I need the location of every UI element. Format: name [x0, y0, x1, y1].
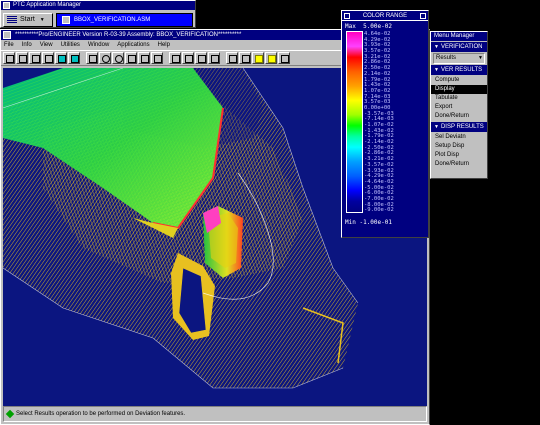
- ver-results-header[interactable]: ▼ VER RESULTS: [431, 65, 487, 75]
- message-area: Select Results operation to be performed…: [3, 406, 427, 422]
- prompt-diamond-icon: [5, 409, 15, 419]
- application-manager-titlebar: PTC Application Manager: [1, 1, 195, 10]
- menu-window[interactable]: Window: [88, 40, 109, 50]
- saved-views-icon[interactable]: [151, 52, 163, 64]
- application-manager-title: PTC Application Manager: [13, 2, 82, 8]
- results-select[interactable]: Results ▼: [433, 53, 485, 64]
- print-icon[interactable]: [42, 52, 54, 64]
- window-menu-icon[interactable]: [344, 12, 350, 19]
- menu-item-export[interactable]: Export: [431, 103, 487, 112]
- hidden-line-icon[interactable]: [182, 52, 194, 64]
- min-value-label: Min -1.00e-01: [345, 219, 392, 226]
- datum-points-icon[interactable]: [252, 52, 264, 64]
- refit-icon[interactable]: [125, 52, 137, 64]
- menu-manager-window: Menu Manager ▼ VERIFICATION Results ▼ ▼ …: [430, 31, 488, 179]
- proengineer-title: **********Pro/ENGINEER Version R-03-39 A…: [15, 32, 242, 38]
- zoom-in-icon[interactable]: [99, 52, 111, 64]
- color-range-title: COLOR RANGE: [362, 12, 408, 19]
- new-file-icon[interactable]: [3, 52, 15, 64]
- collapse-triangle-icon: ▼: [434, 44, 439, 50]
- open-file-icon[interactable]: [16, 52, 28, 64]
- menu-item-compute[interactable]: Compute: [431, 76, 487, 85]
- application-manager-window: PTC Application Manager Start ▼ BBOX_VER…: [0, 0, 196, 28]
- menu-utilities[interactable]: Utilities: [61, 40, 80, 50]
- menu-file[interactable]: File: [4, 40, 14, 50]
- shaded-icon[interactable]: [208, 52, 220, 64]
- verification-header[interactable]: ▼ VERIFICATION: [431, 42, 487, 52]
- shade-icon[interactable]: [55, 52, 67, 64]
- color-scale-bar: [346, 31, 363, 213]
- start-label: Start: [20, 16, 35, 23]
- task-button-bbox-verification[interactable]: BBOX_VERIFICATION.ASM: [56, 12, 193, 27]
- menu-help[interactable]: Help: [158, 40, 170, 50]
- repaint-icon[interactable]: [86, 52, 98, 64]
- zoom-out-icon[interactable]: [112, 52, 124, 64]
- menu-manager-title: Menu Manager: [431, 32, 487, 41]
- wireframe-icon[interactable]: [169, 52, 181, 64]
- save-icon[interactable]: [29, 52, 41, 64]
- no-hidden-icon[interactable]: [195, 52, 207, 64]
- menu-item-sel-deviatn[interactable]: Sel Deviatn: [431, 133, 487, 142]
- menu-item-plot-disp[interactable]: Plot Disp: [431, 151, 487, 160]
- menu-item-setup-disp[interactable]: Setup Disp: [431, 142, 487, 151]
- menu-info[interactable]: Info: [22, 40, 32, 50]
- collapse-triangle-icon: ▼: [434, 67, 439, 73]
- assembly-icon: [62, 15, 70, 24]
- menu-item-done-return[interactable]: Done/Return: [431, 112, 487, 121]
- window-menu-icon[interactable]: [3, 31, 11, 39]
- color-scale-ticks: 4.64e-02 4.29e-02 3.93e-02 3.57e-02 3.21e-02…: [364, 31, 428, 213]
- menu-view[interactable]: View: [40, 40, 53, 50]
- menu-applications[interactable]: Applications: [117, 40, 149, 50]
- prompt-message: Select Results operation to be performed…: [16, 411, 186, 417]
- color-scale-tick-label: -9.00e-02: [364, 207, 394, 214]
- disp-results-header[interactable]: ▼ DISP RESULTS: [431, 122, 487, 132]
- menu-item-done-return-disp[interactable]: Done/Return: [431, 160, 487, 169]
- task-label: BBOX_VERIFICATION.ASM: [74, 16, 151, 23]
- color-range-titlebar: COLOR RANGE: [342, 11, 428, 21]
- datum-axes-icon[interactable]: [239, 52, 251, 64]
- start-button[interactable]: Start ▼: [3, 12, 53, 27]
- coordinate-systems-icon[interactable]: [265, 52, 277, 64]
- color-range-window: COLOR RANGE Max 5.00e-02 4.64e-02 4.29e-0…: [341, 10, 429, 238]
- menu-item-tabulate[interactable]: Tabulate: [431, 94, 487, 103]
- window-menu-icon[interactable]: [3, 2, 10, 9]
- orient-icon[interactable]: [138, 52, 150, 64]
- chevron-down-icon: ▼: [39, 16, 45, 23]
- max-value-label: Max 5.00e-02: [345, 23, 392, 30]
- datum-planes-icon[interactable]: [226, 52, 238, 64]
- chevron-down-icon: ▼: [478, 55, 483, 61]
- model-tree-icon[interactable]: [68, 52, 80, 64]
- maximize-icon[interactable]: [420, 12, 426, 19]
- start-menu-icon: [7, 16, 17, 23]
- collapse-triangle-icon: ▼: [434, 124, 439, 130]
- context-help-icon[interactable]: [278, 52, 290, 64]
- menu-item-display[interactable]: Display: [431, 85, 487, 94]
